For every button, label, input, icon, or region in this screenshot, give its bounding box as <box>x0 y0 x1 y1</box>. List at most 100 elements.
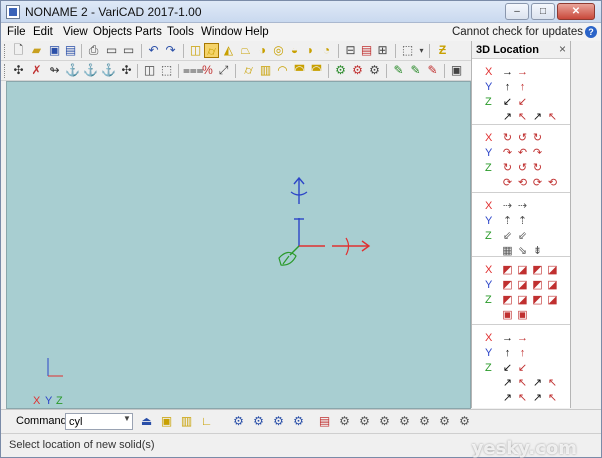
snap-tangent-icon[interactable]: ⚙ <box>397 414 412 429</box>
move-along-axis-2-button-icon[interactable]: ↖ <box>516 376 529 390</box>
maximize-button[interactable]: □ <box>531 3 555 20</box>
help-icon[interactable]: ? <box>585 26 597 38</box>
move-along-axis-2-button-icon[interactable]: → <box>516 331 529 345</box>
rotate-around-axis-button-icon[interactable]: ⟲ <box>516 176 529 190</box>
rotate-around-axis-button-icon[interactable]: ↶ <box>516 146 529 160</box>
align-objects-button-icon[interactable]: ◪ <box>546 263 559 277</box>
move-by-value-button-icon[interactable]: ⇙ <box>501 229 514 243</box>
snap-quadrant-icon[interactable]: ⚙ <box>457 414 472 429</box>
measure-icon[interactable]: ⩶ <box>183 63 204 78</box>
save-icon[interactable]: ▣ <box>47 43 62 58</box>
box-icon[interactable]: ◫ <box>188 43 203 58</box>
move-along-axis-button-icon[interactable]: ↙ <box>516 95 529 109</box>
move-along-axis-2-button-icon[interactable]: ↙ <box>501 361 514 375</box>
move-along-axis-2-button-icon[interactable]: ↑ <box>501 346 514 360</box>
hole-icon[interactable]: ◠ <box>275 63 290 78</box>
settings-icon[interactable]: ▾ <box>414 43 429 58</box>
snap-center-icon[interactable]: ▤ <box>317 414 332 429</box>
boolean-add-icon[interactable]: ◚ <box>309 63 324 78</box>
boolean-intersect-icon[interactable]: ⚙ <box>350 63 365 78</box>
snap-perpendicular-icon[interactable]: ⚙ <box>417 414 432 429</box>
section-2d-icon[interactable]: ⊞ <box>375 43 390 58</box>
3d-viewport[interactable]: X Y Z <box>6 81 471 409</box>
move-along-axis-button-icon[interactable]: ↑ <box>516 80 529 94</box>
move-along-axis-button-icon[interactable]: ↙ <box>501 95 514 109</box>
copy-icon[interactable]: ⚓ <box>65 63 80 78</box>
move-by-value-button-icon[interactable]: ⇢ <box>501 199 514 213</box>
rotate-around-axis-button-icon[interactable]: ↻ <box>501 131 514 145</box>
mirror-icon[interactable]: ⚓ <box>101 63 116 78</box>
fillet-icon[interactable]: ⌭ <box>241 63 256 78</box>
save-all-icon[interactable]: ▤ <box>63 43 78 58</box>
redo-icon[interactable]: ↷ <box>163 43 178 58</box>
render-icon[interactable]: ▣ <box>449 63 464 78</box>
align-objects-button-icon[interactable]: ◩ <box>501 293 514 307</box>
percent-icon[interactable]: % <box>200 63 215 78</box>
rotate-around-axis-button-icon[interactable]: ↻ <box>501 161 514 175</box>
rotate-around-axis-button-icon[interactable]: ↷ <box>531 146 544 160</box>
transform-icon[interactable]: ✣ <box>119 63 134 78</box>
move-icon[interactable]: ↬ <box>47 63 62 78</box>
undo-icon[interactable]: ↶ <box>146 43 161 58</box>
open-folder-icon[interactable]: ▰ <box>29 43 44 58</box>
align-objects-button-icon[interactable]: ◩ <box>531 278 544 292</box>
chevron-down-icon[interactable]: ▼ <box>123 414 131 423</box>
toolbar-grip[interactable] <box>4 44 7 58</box>
move-by-value-button-icon[interactable]: ⇟ <box>531 244 544 258</box>
move-along-axis-button-icon[interactable]: ↗ <box>531 110 544 124</box>
move-by-value-button-icon[interactable]: ⇡ <box>516 214 529 228</box>
rotate-around-axis-button-icon[interactable]: ⟳ <box>531 176 544 190</box>
menu-file[interactable]: File <box>7 26 26 38</box>
menu-tools[interactable]: Tools <box>167 26 194 38</box>
move-along-axis-button-icon[interactable]: → <box>516 65 529 79</box>
menu-help[interactable]: Help <box>245 26 269 38</box>
solid-view-icon[interactable]: ◫ <box>142 63 157 78</box>
command-run-icon[interactable]: ⏏ <box>139 414 154 429</box>
print-preview-icon[interactable]: ▭ <box>104 43 119 58</box>
move-by-value-button-icon[interactable]: ⇡ <box>501 214 514 228</box>
move-along-axis-button-icon[interactable]: ↖ <box>516 110 529 124</box>
group-icon[interactable]: ✎ <box>408 63 423 78</box>
truncated-cone-icon[interactable]: ⏢ <box>238 43 253 58</box>
align-objects-button-icon[interactable]: ▣ <box>516 308 529 322</box>
export-icon[interactable]: ▭ <box>121 43 136 58</box>
move-along-axis-2-button-icon[interactable]: ↖ <box>546 391 559 405</box>
move-by-value-button-icon[interactable]: ⇘ <box>516 244 529 258</box>
box-small-icon[interactable]: ▣ <box>159 414 174 429</box>
move-by-value-button-icon[interactable]: ⇙ <box>516 229 529 243</box>
move-along-axis-2-button-icon[interactable]: → <box>501 331 514 345</box>
zoom-icon[interactable]: Ƶ <box>435 43 450 58</box>
align-objects-button-icon[interactable]: ◩ <box>501 278 514 292</box>
snap-grid-icon[interactable]: ⚙ <box>251 414 266 429</box>
menu-window[interactable]: Window <box>201 26 242 38</box>
rotate-view-icon[interactable]: ✣ <box>11 63 26 78</box>
rotate-around-axis-button-icon[interactable]: ⟳ <box>501 176 514 190</box>
chamfer-icon[interactable]: ▥ <box>258 63 273 78</box>
revolve-icon[interactable]: ▤ <box>359 43 374 58</box>
cylinder-icon[interactable]: ⌭ <box>204 43 219 58</box>
cylinder-small-icon[interactable]: ▥ <box>179 414 194 429</box>
snap-nearest-icon[interactable]: ⚙ <box>437 414 452 429</box>
align-objects-button-icon[interactable]: ◩ <box>531 293 544 307</box>
move-by-value-button-icon[interactable]: ▦ <box>501 244 514 258</box>
snap-intersect-icon[interactable]: ⚙ <box>377 414 392 429</box>
location-gizmo[interactable] <box>278 176 371 266</box>
move-along-axis-2-button-icon[interactable]: ↗ <box>531 376 544 390</box>
move-along-axis-2-button-icon[interactable]: ↗ <box>501 376 514 390</box>
boolean-subtract-icon[interactable]: ⚙ <box>333 63 348 78</box>
print-icon[interactable]: ⎙ <box>86 43 101 58</box>
extrude-icon[interactable]: ⊟ <box>343 43 358 58</box>
menu-objects[interactable]: Objects <box>93 26 132 38</box>
align-objects-button-icon[interactable]: ◪ <box>516 263 529 277</box>
move-along-axis-2-button-icon[interactable]: ↑ <box>516 346 529 360</box>
wireframe-icon[interactable]: ⬚ <box>159 63 174 78</box>
align-objects-button-icon[interactable]: ▣ <box>501 308 514 322</box>
assembly-icon[interactable]: ⚙ <box>367 63 382 78</box>
move-by-value-button-icon[interactable]: ⇢ <box>516 199 529 213</box>
move-along-axis-2-button-icon[interactable]: ↖ <box>546 376 559 390</box>
rotate-around-axis-button-icon[interactable]: ↷ <box>501 146 514 160</box>
snap-point-icon[interactable]: ⚙ <box>271 414 286 429</box>
torus-icon[interactable]: ◎ <box>271 43 286 58</box>
move-along-axis-button-icon[interactable]: ↖ <box>546 110 559 124</box>
snap-edge-icon[interactable]: ⚙ <box>337 414 352 429</box>
